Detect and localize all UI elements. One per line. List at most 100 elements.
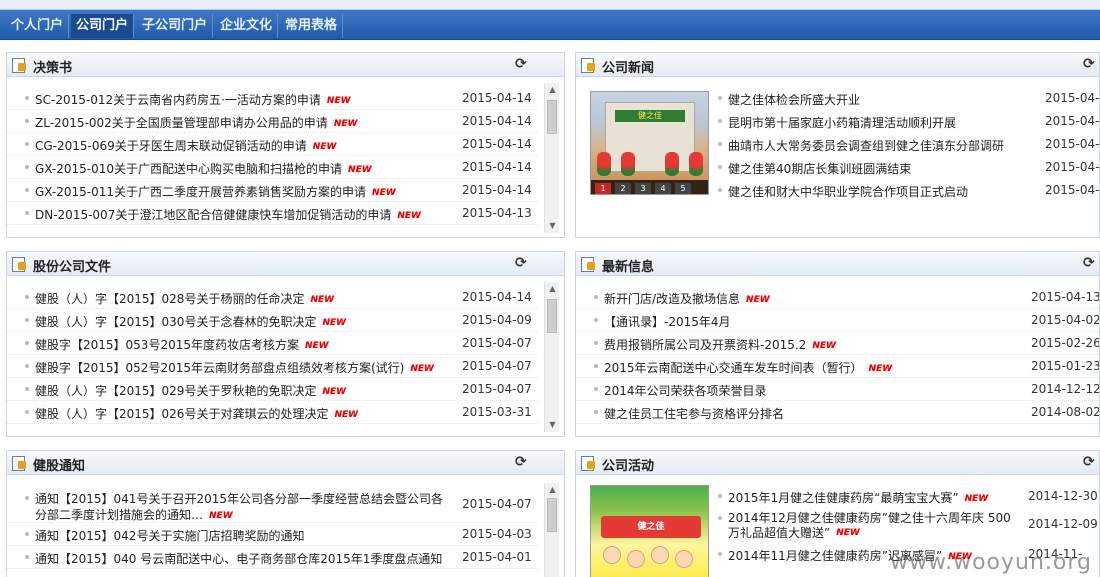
tab-common-forms[interactable]: 常用表格 [280,14,344,38]
list-item[interactable]: 健之佳员工住宅参与资格评分排名 2014-08-02 [576,401,1099,424]
list-item[interactable]: 健之佳第40期店长集训班圆满结束 2015-04- [700,156,1099,179]
tab-subsidiary-portal[interactable]: 子公司门户 [137,14,214,38]
item-title[interactable]: 健股（人）字【2015】026号关于对龚琪云的处理决定 NEW [35,405,358,422]
refresh-icon[interactable]: ⟳ [1083,454,1095,470]
list-item[interactable]: 2015年云南配送中心交通车发车时间表（暂行） NEW 2015-01-23 [576,355,1099,378]
flower-basket [597,152,611,176]
item-title[interactable]: 健股（人）字【2015】030号关于念春林的免职决定 NEW [35,313,346,330]
scroll-up-icon[interactable]: ▲ [545,282,560,296]
item-title[interactable]: 曲靖市人大常务委员会调查组到健之佳滇东分部调研 [728,137,1004,154]
list-item[interactable]: 【通讯录】-2015年4月 2015-04-02 [576,309,1099,332]
list-item[interactable]: 2014年12月健之佳健康药房”健之佳十六周年庆 500 万礼品超值大赠送” NEW… [700,507,1099,543]
pager-button[interactable]: 3 [635,183,651,194]
item-title[interactable]: 费用报销所属公司及开票资料-2015.2 NEW [604,336,836,353]
tab-personal-portal[interactable]: 个人门户 [6,14,70,38]
new-badge-icon: NEW [304,340,329,351]
scroll-thumb[interactable] [547,299,557,333]
news-photo[interactable]: 健之佳 12345 [590,91,709,195]
scroll-thumb[interactable] [547,498,557,532]
list-item[interactable]: 通知【2015】041号关于召开2015年公司各分部一季度经营总结会暨公司各 分部… [7,487,537,523]
pager-button[interactable]: 5 [675,183,691,194]
refresh-icon[interactable]: ⟳ [1083,56,1095,72]
item-title[interactable]: 健之佳员工住宅参与资格评分排名 [604,405,784,422]
list-item[interactable]: 费用报销所属公司及开票资料-2015.2 NEW 2015-02-26 [576,332,1099,355]
pager-button[interactable]: 4 [655,183,671,194]
list-item[interactable]: 新开门店/改造及撤场信息 NEW 2015-04-13 [576,286,1099,309]
panel-title: 健股通知 [33,459,86,474]
item-date: 2015-04-07 [462,382,532,396]
bullet-icon [718,552,722,556]
scroll-down-icon[interactable]: ▼ [545,219,560,233]
item-title[interactable]: 通知【2015】042号关于实施门店招聘奖励的通知 [35,527,304,544]
list-scrollbar[interactable]: ▲ ▼ [544,282,559,432]
list-item[interactable]: DN-2015-007关于澄江地区配合倍健健康快车增加促销活动的申请 NEW 20… [7,202,537,225]
refresh-icon[interactable]: ⟳ [515,255,527,271]
scroll-thumb[interactable] [547,100,557,134]
list-item[interactable]: GX-2015-011关于广西二季度开展营养素销售奖励方案的申请 NEW 2015… [7,179,537,202]
item-title[interactable]: GX-2015-011关于广西二季度开展营养素销售奖励方案的申请 NEW [35,183,396,200]
activity-poster[interactable]: 健之佳 [590,485,709,577]
list-item[interactable]: CG-2015-069关于牙医生周末联动促销活动的申请 NEW 2015-04-1… [7,133,537,156]
item-title[interactable]: DN-2015-007关于澄江地区配合倍健健康快车增加促销活动的申请 NEW [35,206,421,223]
refresh-icon[interactable]: ⟳ [515,56,527,72]
tab-company-portal[interactable]: 公司门户 [71,14,135,38]
item-title[interactable]: GX-2015-010关于广西配送中心购买电脑和扫描枪的申请 NEW [35,160,372,177]
document-icon [581,58,595,73]
list-item[interactable]: 健股（人）字【2015】028号关于杨丽的任命决定 NEW 2015-04-14 [7,286,537,309]
refresh-icon[interactable]: ⟳ [1083,255,1095,271]
item-title[interactable]: 健股（人）字【2015】028号关于杨丽的任命决定 NEW [35,290,334,307]
list-scrollbar[interactable]: ▲ ▼ [544,83,559,233]
list-item[interactable]: 健股字【2015】052号2015年云南财务部盘点组绩效考核方案(试行) NEW … [7,355,537,378]
item-date: 2015-04-07 [462,359,532,373]
item-title[interactable]: 通知【2015】040 号云南配送中心、电子商务部仓库2015年1季度盘点通知 [35,550,442,567]
list-item[interactable]: 健股字【2015】053号2015年度药妆店考核方案 NEW 2015-04-07 [7,332,537,355]
list-item[interactable]: GX-2015-010关于广西配送中心购买电脑和扫描枪的申请 NEW 2015-0… [7,156,537,179]
tab-corporate-culture[interactable]: 企业文化 [215,14,279,38]
list-item[interactable]: 通知【2015】042号关于实施门店招聘奖励的通知 2015-04-03 [7,523,537,546]
panel-notices: 健股通知 ⟳ 通知【2015】041号关于召开2015年公司各分部一季度经营总结… [6,450,565,577]
item-title[interactable]: 通知【2015】041号关于召开2015年公司各分部一季度经营总结会暨公司各 分部… [35,491,443,524]
item-title[interactable]: 昆明市第十届家庭小药箱清理活动顺利开展 [728,114,956,131]
item-date: 2015-04-14 [462,91,532,105]
pager-button[interactable]: 1 [595,183,611,194]
scroll-up-icon[interactable]: ▲ [545,83,560,97]
refresh-icon[interactable]: ⟳ [515,454,527,470]
panel-header: 最新信息 ⟳ [576,252,1099,276]
list-item[interactable]: 健股（人）字【2015】026号关于对龚琪云的处理决定 NEW 2015-03-3… [7,401,537,424]
list-item[interactable]: 2014年公司荣获各项荣誉目录 2014-12-12 [576,378,1100,401]
item-title[interactable]: CG-2015-069关于牙医生周末联动促销活动的申请 NEW [35,137,336,154]
bullet-icon [25,496,29,500]
list-item[interactable]: 健股（人）字【2015】030号关于念春林的免职决定 NEW 2015-04-09 [7,309,537,332]
panel-latest-info: 最新信息 ⟳ 新开门店/改造及撤场信息 NEW 2015-04-13 【通讯录】-… [575,251,1100,437]
item-title[interactable]: ZL-2015-002关于全国质量管理部申请办公用品的申请 NEW [35,114,357,131]
list-item[interactable]: 健之佳体检会所盛大开业 2015-04- [700,87,1099,110]
item-title[interactable]: 健股字【2015】053号2015年度药妆店考核方案 NEW [35,336,329,353]
list-item[interactable]: 昆明市第十届家庭小药箱清理活动顺利开展 2015-04- [700,110,1099,133]
item-title[interactable]: 新开门店/改造及撤场信息 NEW [604,290,770,307]
list-item[interactable]: 健之佳和财大中华职业学院合作项目正式启动 2015-04- [700,179,1099,202]
list-scrollbar[interactable]: ▲ [544,483,559,577]
item-title[interactable]: 健之佳和财大中华职业学院合作项目正式启动 [728,183,968,200]
list-item[interactable]: 2015年1月健之佳健康药房“最萌宝宝大赛” NEW 2014-12-30 [700,485,1099,508]
item-title[interactable]: 健股（人）字【2015】029号关于罗秋艳的免职决定 NEW [35,382,346,399]
list-item[interactable]: 健股（人）字【2015】029号关于罗秋艳的免职决定 NEW 2015-04-07 [7,378,537,401]
scroll-up-icon[interactable]: ▲ [545,483,560,497]
scroll-down-icon[interactable]: ▼ [545,418,560,432]
pager-button[interactable]: 2 [615,183,631,194]
bullet-icon [594,410,598,414]
list-item[interactable]: 曲靖市人大常务委员会调查组到健之佳滇东分部调研 2015-04- [700,133,1099,156]
list-item[interactable]: 通知【2015】040 号云南配送中心、电子商务部仓库2015年1季度盘点通知 … [7,546,537,569]
item-title[interactable]: 健之佳第40期店长集训班圆满结束 [728,160,911,177]
bullet-icon [25,165,29,169]
list-item[interactable]: ZL-2015-002关于全国质量管理部申请办公用品的申请 NEW 2015-04… [7,110,537,133]
item-title[interactable]: 2014年12月健之佳健康药房”健之佳十六周年庆 500 万礼品超值大赠送” NEW [728,511,1011,541]
item-title[interactable]: 健股字【2015】052号2015年云南财务部盘点组绩效考核方案(试行) NEW [35,359,434,376]
item-title[interactable]: 2015年1月健之佳健康药房“最萌宝宝大赛” NEW [728,489,988,506]
item-title[interactable]: 健之佳体检会所盛大开业 [728,91,860,108]
item-title[interactable]: SC-2015-012关于云南省内药房五·一活动方案的申请 NEW [35,91,351,108]
item-title[interactable]: 2015年云南配送中心交通车发车时间表（暂行） NEW [604,359,892,376]
item-title[interactable]: 2014年公司荣获各项荣誉目录 [604,382,767,399]
item-title[interactable]: 【通讯录】-2015年4月 [604,313,731,330]
item-date: 2014-12-12 [1031,382,1100,396]
list-item[interactable]: SC-2015-012关于云南省内药房五·一活动方案的申请 NEW 2015-04… [7,87,537,110]
